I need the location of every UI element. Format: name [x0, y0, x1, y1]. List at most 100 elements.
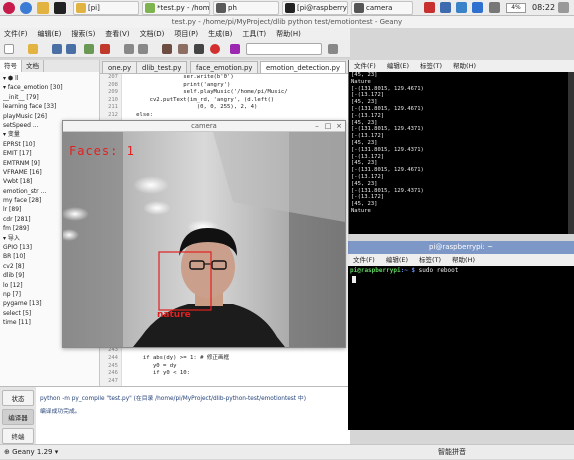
task-file-manager[interactable]: [pi]: [73, 1, 139, 15]
menu-file[interactable]: 文件(F): [4, 30, 28, 38]
ceiling-lamp: [133, 176, 169, 194]
menu-project[interactable]: 项目(P): [174, 30, 198, 38]
revert-icon[interactable]: [84, 44, 94, 54]
task-camera[interactable]: camera: [351, 1, 413, 15]
camera-window-icon: [354, 3, 364, 13]
term2-menu-file[interactable]: 文件(F): [353, 256, 375, 264]
stop-icon[interactable]: [210, 44, 220, 54]
terminal-bottom-menubar: 文件(F) 编辑(E) 标签(T) 帮助(H): [348, 254, 574, 266]
code-line[interactable]: [126, 378, 348, 386]
run-icon[interactable]: [194, 44, 204, 54]
geany-icon: [145, 3, 155, 13]
terminal-prompt-line[interactable]: pi@raspberrypi:~ $ sudo reboot: [348, 266, 574, 275]
tab-emotion-detection-py[interactable]: emotion_detection.py: [260, 61, 346, 73]
code-line[interactable]: cv2.putText(im_rd, 'angry', (d.left(): [126, 97, 348, 105]
term1-menu-help[interactable]: 帮助(H): [453, 62, 476, 70]
tree-item[interactable]: learning face [33]: [3, 102, 96, 111]
minimize-icon[interactable]: –: [313, 122, 321, 130]
ime-status[interactable]: 智能拼音: [438, 445, 466, 460]
close-icon[interactable]: ×: [335, 122, 343, 130]
menu-build[interactable]: 生成(B): [208, 30, 232, 38]
terminal-output-line: [45, 23]: [351, 160, 378, 167]
forward-icon[interactable]: [138, 44, 148, 54]
term1-menu-tabs[interactable]: 标签(T): [420, 62, 442, 70]
menu-view[interactable]: 查看(V): [105, 30, 129, 38]
maximize-icon[interactable]: □: [324, 122, 332, 130]
camera-window[interactable]: camera – □ × Faces: 1 nature: [62, 120, 346, 348]
terminal-output-line: [-(131.8015, 129.4371): [351, 187, 424, 194]
new-file-icon[interactable]: [4, 44, 14, 54]
menu-edit[interactable]: 编辑(E): [38, 30, 62, 38]
term2-menu-tabs[interactable]: 标签(T): [419, 256, 441, 264]
geany-window-title: test.py - /home/pi/MyProject/dlib python…: [0, 16, 574, 28]
tree-item[interactable]: ▾ ⬢ ll: [3, 74, 96, 83]
eject-icon[interactable]: [558, 2, 569, 13]
terminal-top-menubar: 文件(F) 编辑(E) 标签(T) 帮助(H): [349, 60, 574, 72]
vnc-icon[interactable]: [440, 2, 451, 13]
code-line[interactable]: self.playMusic('/home/pi/Music/: [126, 89, 348, 97]
jump-to-line-icon[interactable]: [328, 44, 338, 54]
save-all-icon[interactable]: [66, 44, 76, 54]
camera-window-title[interactable]: camera: [63, 121, 345, 132]
file-manager-icon[interactable]: [37, 2, 49, 14]
term1-menu-edit[interactable]: 编辑(E): [387, 62, 409, 70]
term2-menu-edit[interactable]: 编辑(E): [386, 256, 408, 264]
code-line[interactable]: print('angry'): [126, 82, 348, 90]
geany-version[interactable]: ⊕ Geany 1.29 ▾: [4, 448, 58, 456]
tab-compiler[interactable]: 编译器: [2, 409, 34, 425]
term2-menu-help[interactable]: 帮助(H): [452, 256, 475, 264]
code-line[interactable]: if y0 < 10:: [126, 370, 348, 378]
code-line[interactable]: (0, 0, 255), 2, 4): [126, 104, 348, 112]
terminal-window-bottom[interactable]: 文件(F) 编辑(E) 标签(T) 帮助(H) pi@raspberrypi:~ $ …: [348, 254, 574, 430]
compile-icon[interactable]: [162, 44, 172, 54]
tab-documents[interactable]: 文档: [22, 60, 44, 72]
terminal-output-line: [-(131.8015, 129.4371): [351, 126, 424, 133]
terminal-top-scrollbar[interactable]: [568, 72, 574, 234]
menu-document[interactable]: 文档(D): [140, 30, 165, 38]
line-number: 244: [108, 354, 118, 361]
terminal-bottom-title[interactable]: pi@raspberrypi: ~: [348, 241, 574, 254]
terminal-top-output: [45, 23] Nature [-(131.8015, 129.4671) [-(1…: [349, 72, 574, 215]
code-line[interactable]: ser.write(b'0'): [126, 74, 348, 82]
tab-status[interactable]: 状态: [2, 390, 34, 406]
back-icon[interactable]: [124, 44, 134, 54]
wifi-icon[interactable]: [456, 2, 467, 13]
tab-one-py[interactable]: one.py: [102, 61, 138, 73]
task-terminal[interactable]: [pi@raspberrypi:...: [282, 1, 348, 15]
tab-face-emotion-py[interactable]: face_emotion.py: [190, 61, 259, 73]
term1-menu-file[interactable]: 文件(F): [354, 62, 376, 70]
code-line[interactable]: if abs(dy) >= 1: # 修正画框: [126, 355, 348, 363]
color-chooser-icon[interactable]: [230, 44, 240, 54]
menu-search[interactable]: 搜索(S): [71, 30, 95, 38]
volume-icon[interactable]: [489, 2, 500, 13]
menu-help[interactable]: 帮助(H): [276, 30, 301, 38]
code-line[interactable]: else:: [126, 112, 348, 120]
menu-tools[interactable]: 工具(T): [242, 30, 266, 38]
tab-symbols[interactable]: 符号: [0, 60, 22, 72]
tab-terminal[interactable]: 终端: [2, 428, 34, 444]
open-file-icon[interactable]: [28, 44, 38, 54]
code-line[interactable]: [126, 347, 348, 355]
tree-item[interactable]: __init__ [79]: [3, 93, 96, 102]
clock[interactable]: 08:22: [532, 3, 555, 13]
ime-icon[interactable]: [424, 2, 435, 13]
tab-dlib-test-py[interactable]: dlib_test.py: [136, 61, 188, 73]
build-icon[interactable]: [178, 44, 188, 54]
terminal-icon[interactable]: [54, 2, 66, 14]
browser-icon[interactable]: [20, 2, 32, 14]
tree-item[interactable]: ▾ face_emotion [30]: [3, 83, 96, 92]
raspberry-menu-icon[interactable]: [3, 2, 15, 14]
terminal-window-top[interactable]: 文件(F) 编辑(E) 标签(T) 帮助(H) [45, 23] Nature [-(13…: [348, 60, 574, 234]
toolbar-search-input[interactable]: [246, 43, 322, 55]
line-number: 243: [108, 347, 118, 354]
task-ph[interactable]: ph: [213, 1, 279, 15]
line-number: 247: [108, 377, 118, 384]
bluetooth-icon[interactable]: [472, 2, 483, 13]
prompt-command: sudo reboot: [418, 267, 459, 274]
save-icon[interactable]: [52, 44, 62, 54]
code-line[interactable]: y0 = dy: [126, 363, 348, 371]
close-file-icon[interactable]: [100, 44, 110, 54]
task-geany[interactable]: *test.py - /hom...: [142, 1, 210, 15]
line-number: 208: [108, 81, 118, 88]
line-number: 246: [108, 370, 118, 377]
